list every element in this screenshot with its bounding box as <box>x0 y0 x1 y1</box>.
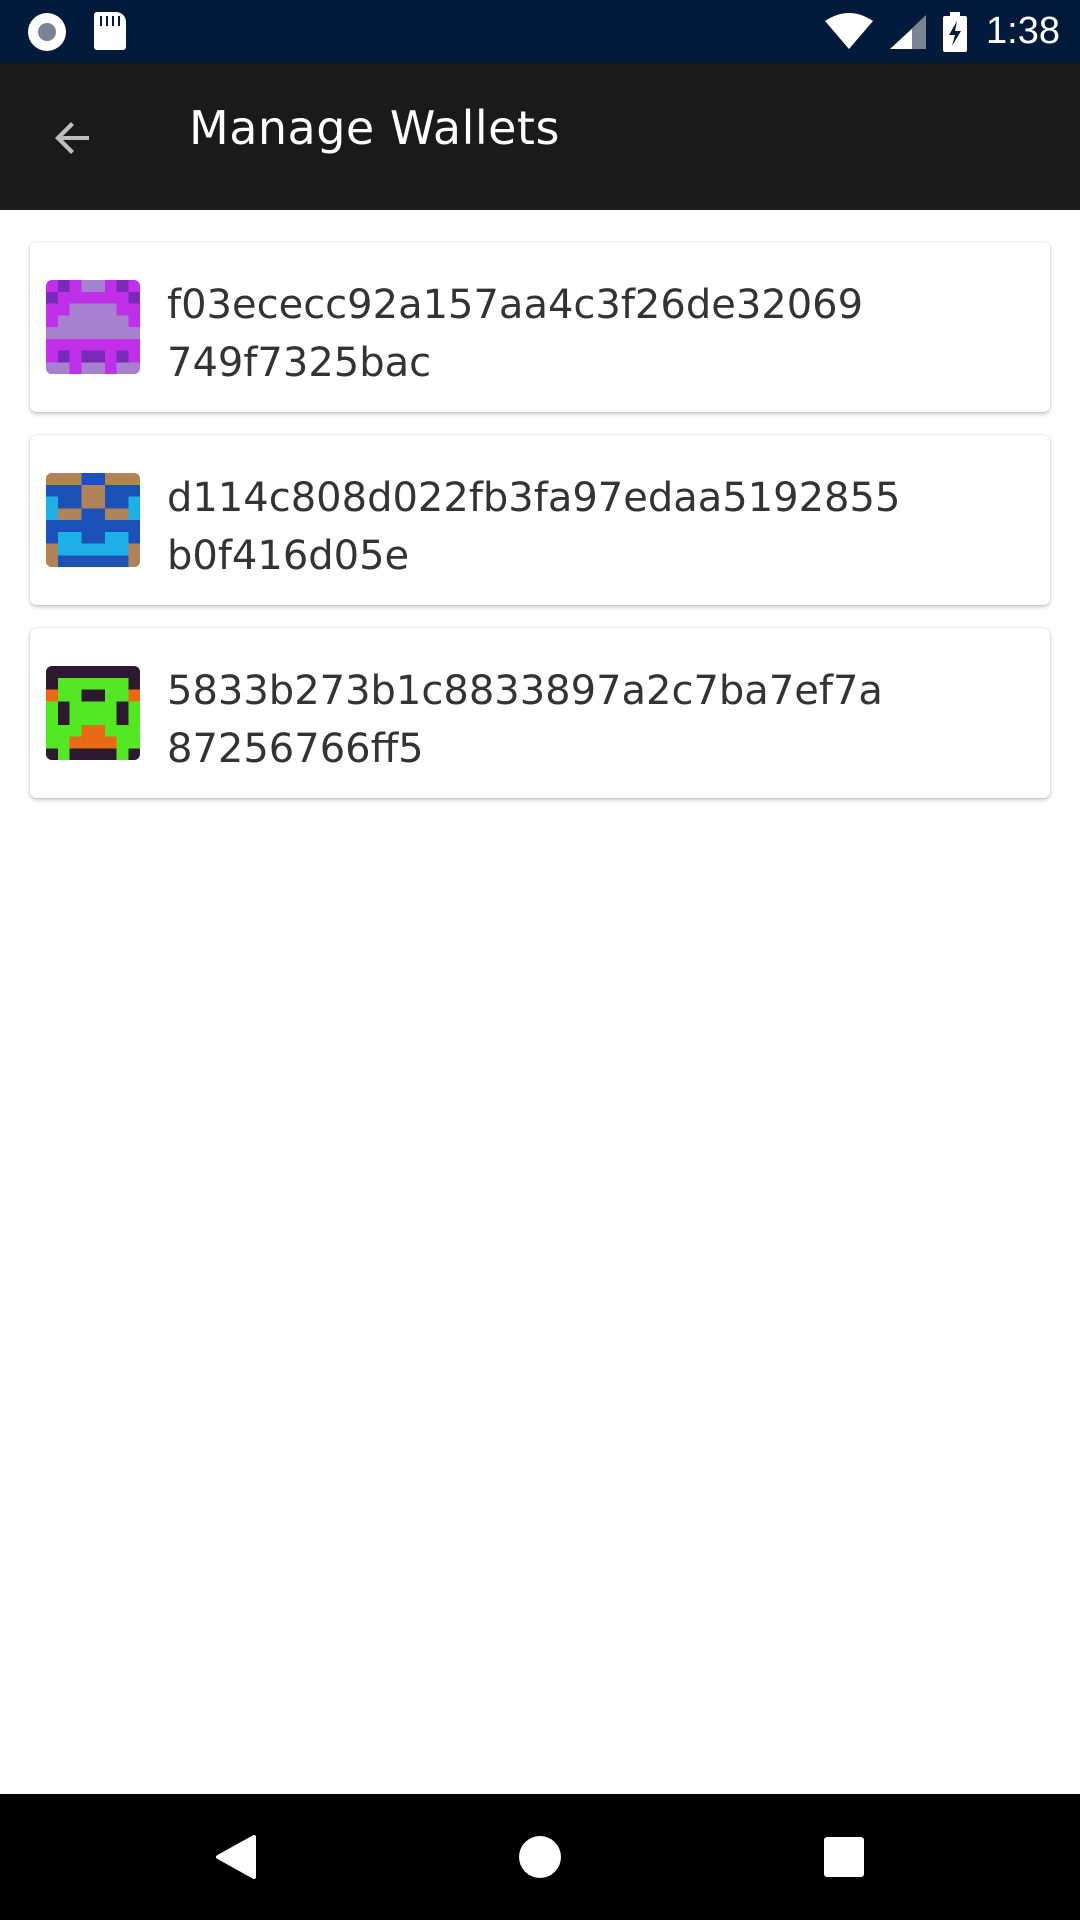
page-title: Manage Wallets <box>189 101 560 155</box>
nav-back-button[interactable] <box>205 1826 267 1888</box>
back-triangle-icon <box>216 1835 256 1879</box>
nav-home-button[interactable] <box>509 1826 571 1888</box>
navigation-bar <box>0 1794 1080 1920</box>
wallet-list: f03ececc92a157aa4c3f26de32069 749f7325bac… <box>30 242 1050 821</box>
wallet-address-line2: 87256766ff5 <box>167 726 424 772</box>
arrow-back-icon <box>55 122 89 154</box>
wallet-address: d114c808d022fb3fa97edaa5192855 b0f416d05e <box>167 469 1027 585</box>
wallet-identicon <box>46 473 140 567</box>
wallet-item[interactable]: f03ececc92a157aa4c3f26de32069 749f7325bac <box>30 242 1050 412</box>
recents-square-icon <box>824 1837 864 1877</box>
wallet-address: 5833b273b1c8833897a2c7ba7ef7a 87256766ff5 <box>167 662 1027 778</box>
nav-recents-button[interactable] <box>813 1826 875 1888</box>
wallet-item[interactable]: d114c808d022fb3fa97edaa5192855 b0f416d05e <box>30 435 1050 605</box>
wallet-address-line2: 749f7325bac <box>167 340 432 386</box>
app-bar: Manage Wallets <box>0 63 1080 210</box>
home-circle-icon <box>519 1836 561 1878</box>
status-indicators: 1:38 <box>824 0 1060 63</box>
wifi-icon <box>824 12 874 51</box>
signal-icon <box>888 13 928 51</box>
wallet-address-line1: d114c808d022fb3fa97edaa5192855 <box>167 475 901 521</box>
wallet-address-line1: 5833b273b1c8833897a2c7ba7ef7a <box>167 668 883 714</box>
back-button[interactable] <box>40 105 106 171</box>
battery-charging-icon <box>942 11 968 52</box>
wallet-item[interactable]: 5833b273b1c8833897a2c7ba7ef7a 87256766ff5 <box>30 628 1050 798</box>
radio-icon <box>28 13 66 51</box>
status-bar: 1:38 <box>0 0 1080 63</box>
sd-card-icon <box>94 12 126 50</box>
wallet-identicon <box>46 280 140 374</box>
wallet-address-line2: b0f416d05e <box>167 533 410 579</box>
wallet-identicon <box>46 666 140 760</box>
wallet-address-line1: f03ececc92a157aa4c3f26de32069 <box>167 282 864 328</box>
status-time: 1:38 <box>986 10 1060 52</box>
wallet-address: f03ececc92a157aa4c3f26de32069 749f7325bac <box>167 276 1027 392</box>
